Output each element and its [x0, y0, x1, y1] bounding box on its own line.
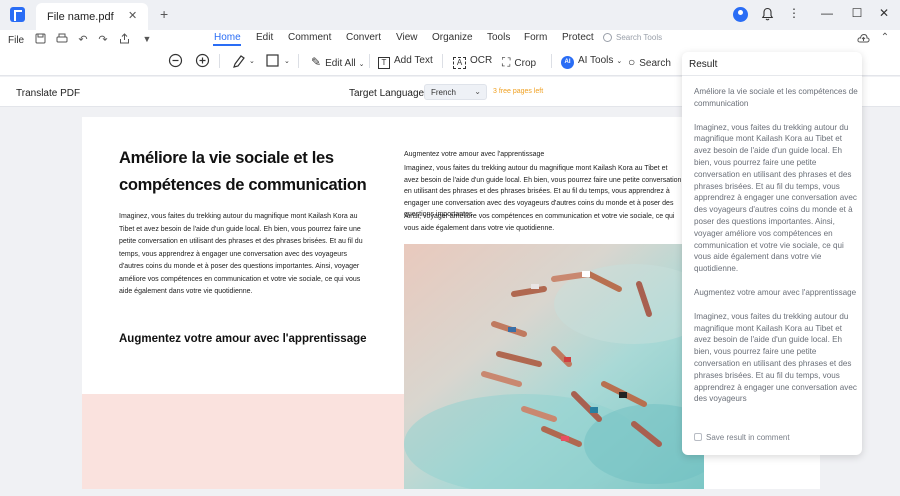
- result-text: Améliore la vie sociale et les compétenc…: [694, 86, 858, 417]
- shape-dropdown-icon[interactable]: ⌄: [284, 57, 290, 65]
- target-language-label: Target Language: [349, 88, 425, 99]
- edit-all-button[interactable]: ✎ Edit All ⌄: [311, 55, 365, 69]
- divider: [219, 54, 220, 68]
- undo-icon[interactable]: ↶: [77, 33, 89, 46]
- ai-tools-label: AI Tools: [578, 55, 614, 66]
- active-tab-indicator: [213, 44, 241, 46]
- checkbox-icon: [694, 433, 702, 441]
- search-label: Search: [639, 58, 671, 69]
- maximize-button[interactable]: ☐: [849, 6, 865, 20]
- column2-heading: Augmentez votre amour avec l'apprentissa…: [404, 151, 545, 158]
- tab-close-icon[interactable]: ✕: [128, 9, 137, 22]
- save-result-label: Save result in comment: [706, 433, 790, 442]
- save-icon[interactable]: [35, 33, 46, 44]
- tab-home[interactable]: Home: [214, 32, 241, 43]
- cloud-upload-icon[interactable]: [857, 33, 870, 44]
- target-language-select[interactable]: French ⌄: [424, 84, 487, 100]
- divider: [551, 54, 552, 68]
- search-button[interactable]: ○ Search: [628, 55, 671, 69]
- tab-comment[interactable]: Comment: [288, 32, 331, 43]
- ocr-label: OCR: [470, 55, 493, 66]
- highlight-dropdown-icon[interactable]: ⌄: [249, 57, 255, 65]
- chevron-down-icon: ⌄: [474, 87, 481, 96]
- result-header: Result: [682, 52, 862, 76]
- document-subheading: Augmentez votre amour avec l'apprentissa…: [119, 333, 367, 345]
- selected-language: French: [431, 88, 456, 97]
- result-paragraph: Augmentez votre amour avec l'apprentissa…: [694, 287, 857, 297]
- tab-tools[interactable]: Tools: [487, 32, 510, 43]
- result-panel: Result Améliore la vie sociale et les co…: [682, 52, 862, 455]
- redo-icon[interactable]: ↷: [97, 33, 109, 46]
- divider: [442, 54, 443, 68]
- bell-icon[interactable]: [761, 7, 774, 21]
- lightbulb-icon: [603, 33, 612, 42]
- result-paragraph: Imaginez, vous faites du trekking autour…: [694, 311, 857, 404]
- highlight-pen-icon[interactable]: [232, 53, 246, 68]
- result-title: Result: [689, 59, 718, 70]
- translate-pdf-title: Translate PDF: [16, 88, 81, 99]
- search-icon: ○: [628, 55, 636, 69]
- ocr-button[interactable]: A OCR: [453, 55, 492, 69]
- new-tab-button[interactable]: +: [160, 6, 168, 22]
- search-tools-placeholder: Search Tools: [616, 33, 663, 42]
- decorative-band: [82, 394, 404, 489]
- edit-all-label: Edit All: [325, 58, 356, 69]
- share-icon[interactable]: [119, 33, 130, 44]
- add-text-button[interactable]: T Add Text: [378, 55, 433, 69]
- divider: [298, 54, 299, 68]
- tab-organize[interactable]: Organize: [432, 32, 473, 43]
- tab-convert[interactable]: Convert: [346, 32, 381, 43]
- print-icon[interactable]: [56, 33, 68, 44]
- minimize-button[interactable]: —: [819, 6, 835, 20]
- ai-icon: AI: [561, 56, 574, 69]
- ocr-icon: A: [453, 57, 466, 69]
- shape-rectangle-icon[interactable]: [266, 54, 279, 67]
- tab-title: File name.pdf: [47, 11, 114, 23]
- tab-view[interactable]: View: [396, 32, 418, 43]
- add-text-label: Add Text: [394, 55, 433, 66]
- ai-tools-button[interactable]: AI AI Tools ⌄: [561, 55, 622, 69]
- result-paragraph: Imaginez, vous faites du trekking autour…: [694, 122, 857, 274]
- more-menu-icon[interactable]: ⋮: [786, 6, 802, 20]
- crop-icon: ⛶: [502, 55, 511, 69]
- crop-label: Crop: [514, 58, 537, 69]
- crop-button[interactable]: ⛶ Crop: [502, 55, 536, 70]
- result-paragraph: Améliore la vie sociale et les compétenc…: [694, 87, 858, 108]
- document-tab[interactable]: File name.pdf ✕: [36, 3, 148, 30]
- document-body-text: Imaginez, vous faites du trekking autour…: [119, 213, 363, 295]
- close-window-button[interactable]: ✕: [876, 6, 892, 20]
- zoom-in-icon[interactable]: [195, 53, 210, 68]
- file-menu[interactable]: File: [8, 35, 24, 46]
- quick-access-dropdown-icon[interactable]: ▼: [141, 34, 153, 44]
- collapse-ribbon-icon[interactable]: ⌃: [879, 32, 891, 43]
- edit-all-dropdown-icon: ⌄: [358, 61, 365, 68]
- zoom-out-icon[interactable]: [168, 53, 183, 68]
- pencil-icon: ✎: [311, 55, 322, 69]
- save-result-checkbox[interactable]: Save result in comment: [694, 433, 790, 442]
- free-pages-notice: 3 free pages left: [493, 88, 544, 95]
- app-logo-icon: [10, 7, 25, 22]
- user-avatar-icon[interactable]: [733, 7, 748, 22]
- divider: [369, 54, 370, 68]
- column2-paragraph-2: Ainsi, voyager améliore vos compétences …: [404, 213, 675, 232]
- ai-tools-dropdown-icon: ⌄: [616, 58, 623, 65]
- add-text-icon: T: [378, 57, 390, 69]
- beach-photo: [404, 244, 704, 489]
- tab-form[interactable]: Form: [524, 32, 547, 43]
- document-heading: Améliore la vie sociale et les compétenc…: [119, 149, 367, 194]
- tab-protect[interactable]: Protect: [562, 32, 594, 43]
- search-tools-field[interactable]: Search Tools: [603, 33, 662, 42]
- tab-edit[interactable]: Edit: [256, 32, 273, 43]
